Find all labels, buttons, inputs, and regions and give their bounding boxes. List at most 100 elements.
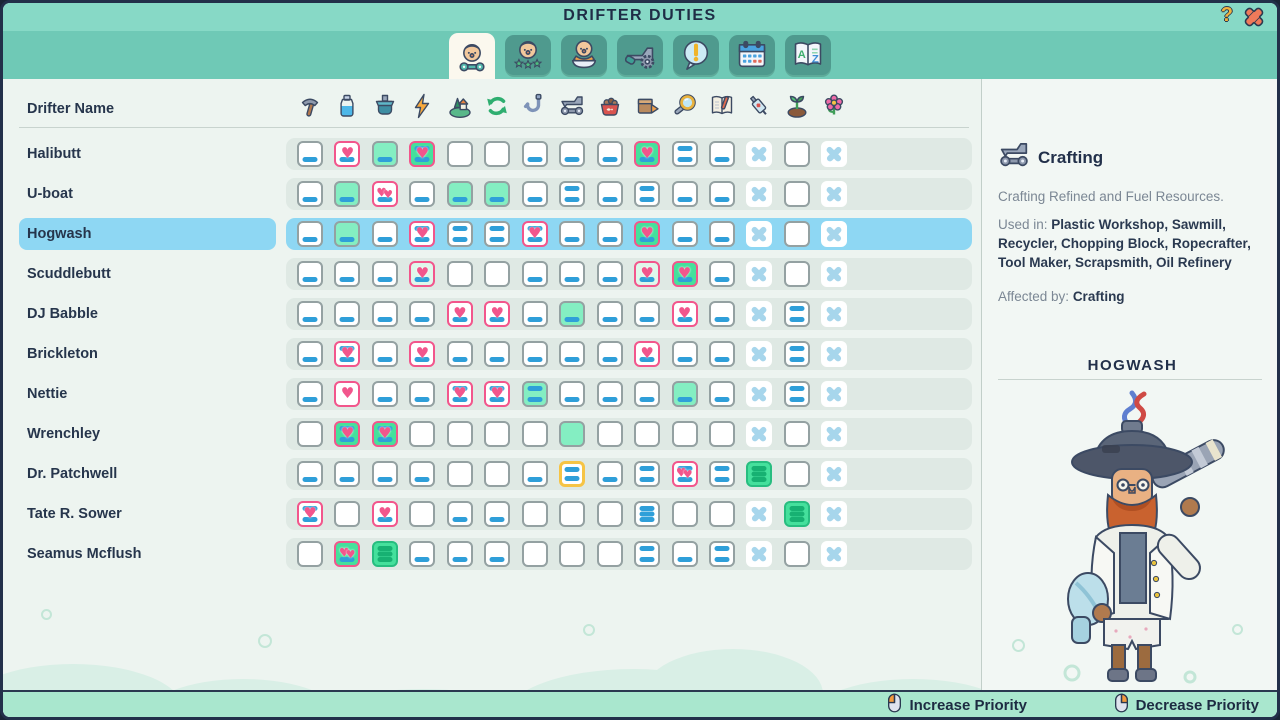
- duty-cell-boosted-priority-1[interactable]: [447, 181, 473, 207]
- duty-cell-unavailable[interactable]: [746, 421, 772, 447]
- duty-cell-liked-priority-2[interactable]: ♥: [484, 381, 510, 407]
- duty-cell-priority-1[interactable]: [597, 341, 623, 367]
- duty-column-flower-icon[interactable]: [821, 93, 847, 119]
- duty-cell-liked-boosted[interactable]: ♥: [672, 261, 698, 287]
- duty-cell-unassigned[interactable]: [559, 501, 585, 527]
- duty-cell-boosted-priority-1[interactable]: [672, 381, 698, 407]
- duty-cell-unassigned[interactable]: [784, 461, 810, 487]
- duty-cell-unassigned[interactable]: [784, 421, 810, 447]
- duty-cell-unassigned[interactable]: [559, 541, 585, 567]
- duty-cell-priority-1[interactable]: [672, 541, 698, 567]
- duty-cell-priority-1[interactable]: [409, 381, 435, 407]
- tab-drifter-food[interactable]: [561, 35, 607, 75]
- duty-column-magnifier-icon[interactable]: [672, 93, 698, 119]
- drifter-name-u-boat[interactable]: U-boat: [27, 178, 73, 210]
- duty-cell-unassigned[interactable]: [784, 141, 810, 167]
- tab-alert-bubble[interactable]: [673, 35, 719, 75]
- duty-cell-priority-1[interactable]: [559, 261, 585, 287]
- tab-drifter-wrench[interactable]: [449, 33, 495, 83]
- duty-cell-liked-priority-1[interactable]: ♥: [372, 501, 398, 527]
- duty-cell-unassigned[interactable]: [447, 261, 473, 287]
- duty-cell-unavailable[interactable]: [746, 341, 772, 367]
- duty-cell-priority-1[interactable]: [672, 221, 698, 247]
- duty-cell-unassigned[interactable]: [522, 541, 548, 567]
- duty-cell-boosted-priority-1[interactable]: [372, 141, 398, 167]
- duty-column-syringe-icon[interactable]: [746, 93, 772, 119]
- duty-cell-priority-2[interactable]: [784, 341, 810, 367]
- duty-cell-liked-boosted[interactable]: ♥: [634, 141, 660, 167]
- duty-cell-priority-1[interactable]: [447, 541, 473, 567]
- duty-cell-priority-1[interactable]: [409, 181, 435, 207]
- duty-cell-specialist-max[interactable]: [784, 501, 810, 527]
- duty-cell-unavailable[interactable]: [821, 221, 847, 247]
- duty-cell-unavailable[interactable]: [746, 301, 772, 327]
- duty-column-hammer-icon[interactable]: [297, 93, 323, 119]
- duty-cell-unavailable[interactable]: [746, 181, 772, 207]
- duty-cell-boosted-priority-1[interactable]: [559, 301, 585, 327]
- duty-cell-boosted-priority-1[interactable]: [334, 181, 360, 207]
- duty-cell-unassigned[interactable]: [597, 501, 623, 527]
- duty-cell-priority-1[interactable]: [409, 541, 435, 567]
- duty-cell-priority-1[interactable]: [447, 501, 473, 527]
- duty-cell-priority-2[interactable]: [672, 141, 698, 167]
- duty-cell-unassigned[interactable]: [597, 421, 623, 447]
- duty-cell-unassigned[interactable]: [334, 501, 360, 527]
- duty-cell-priority-2[interactable]: [447, 221, 473, 247]
- duty-cell-unassigned[interactable]: [484, 461, 510, 487]
- duty-cell-priority-1[interactable]: [709, 301, 735, 327]
- duty-cell-unassigned[interactable]: [784, 221, 810, 247]
- duty-cell-unassigned[interactable]: [409, 501, 435, 527]
- duty-cell-priority-1[interactable]: [709, 341, 735, 367]
- duty-cell-unavailable[interactable]: [821, 181, 847, 207]
- duty-cell-priority-1[interactable]: [597, 141, 623, 167]
- duty-cell-priority-1[interactable]: [597, 301, 623, 327]
- duty-cell-priority-1[interactable]: [709, 181, 735, 207]
- duty-cell-priority-2[interactable]: [634, 461, 660, 487]
- duty-cell-priority-1[interactable]: [559, 221, 585, 247]
- duty-cell-priority-2[interactable]: [559, 181, 585, 207]
- duty-cell-priority-1[interactable]: [672, 181, 698, 207]
- drifter-name-hogwash[interactable]: Hogwash: [27, 218, 91, 250]
- duty-cell-loved-priority-2[interactable]: ♥♥: [672, 461, 698, 487]
- duty-cell-priority-1[interactable]: [522, 141, 548, 167]
- duty-cell-priority-1[interactable]: [334, 461, 360, 487]
- help-button[interactable]: ?: [1221, 4, 1233, 27]
- duty-cell-liked-boosted[interactable]: ♥: [634, 221, 660, 247]
- duty-cell-liked-priority-2[interactable]: ♥: [522, 221, 548, 247]
- duty-cell-boosted-priority-1[interactable]: [484, 181, 510, 207]
- duty-cell-loved-boosted[interactable]: ♥♥: [334, 541, 360, 567]
- duty-cell-unavailable[interactable]: [746, 261, 772, 287]
- duty-cell-priority-1[interactable]: [634, 381, 660, 407]
- duty-cell-priority-1[interactable]: [372, 261, 398, 287]
- duty-cell-liked-priority-1[interactable]: ♥: [484, 301, 510, 327]
- duty-cell-liked-boosted-2[interactable]: ♥: [334, 421, 360, 447]
- duty-cell-priority-1[interactable]: [597, 261, 623, 287]
- drifter-name-halibutt[interactable]: Halibutt: [27, 138, 81, 170]
- duty-column-sprout-icon[interactable]: [784, 93, 810, 119]
- duty-cell-unavailable[interactable]: [746, 141, 772, 167]
- drifter-name-brickleton[interactable]: Brickleton: [27, 338, 98, 370]
- duty-cell-unavailable[interactable]: [821, 261, 847, 287]
- duty-cell-priority-1[interactable]: [522, 261, 548, 287]
- duty-cell-priority-1[interactable]: [372, 461, 398, 487]
- duty-column-journal-icon[interactable]: [709, 93, 735, 119]
- duty-cell-priority-1[interactable]: [559, 341, 585, 367]
- duty-cell-priority-1[interactable]: [559, 141, 585, 167]
- duty-cell-priority-1[interactable]: [297, 301, 323, 327]
- duty-cell-priority-1[interactable]: [522, 341, 548, 367]
- duty-cell-unavailable[interactable]: [821, 141, 847, 167]
- duty-cell-unassigned[interactable]: [784, 261, 810, 287]
- duty-cell-liked-priority-1[interactable]: ♥: [672, 301, 698, 327]
- duty-cell-unassigned[interactable]: [297, 541, 323, 567]
- drifter-name-scuddlebutt[interactable]: Scuddlebutt: [27, 258, 111, 290]
- duty-cell-priority-2[interactable]: [784, 381, 810, 407]
- duty-cell-unavailable[interactable]: [821, 541, 847, 567]
- duty-cell-priority-2[interactable]: [784, 301, 810, 327]
- duty-cell-unassigned[interactable]: [634, 421, 660, 447]
- duty-cell-priority-2[interactable]: [709, 461, 735, 487]
- duty-column-island-icon[interactable]: [447, 93, 473, 119]
- tab-drifter-stars[interactable]: [505, 35, 551, 75]
- duty-cell-unavailable[interactable]: [746, 501, 772, 527]
- duty-cell-priority-1[interactable]: [484, 541, 510, 567]
- duty-cell-priority-1[interactable]: [372, 221, 398, 247]
